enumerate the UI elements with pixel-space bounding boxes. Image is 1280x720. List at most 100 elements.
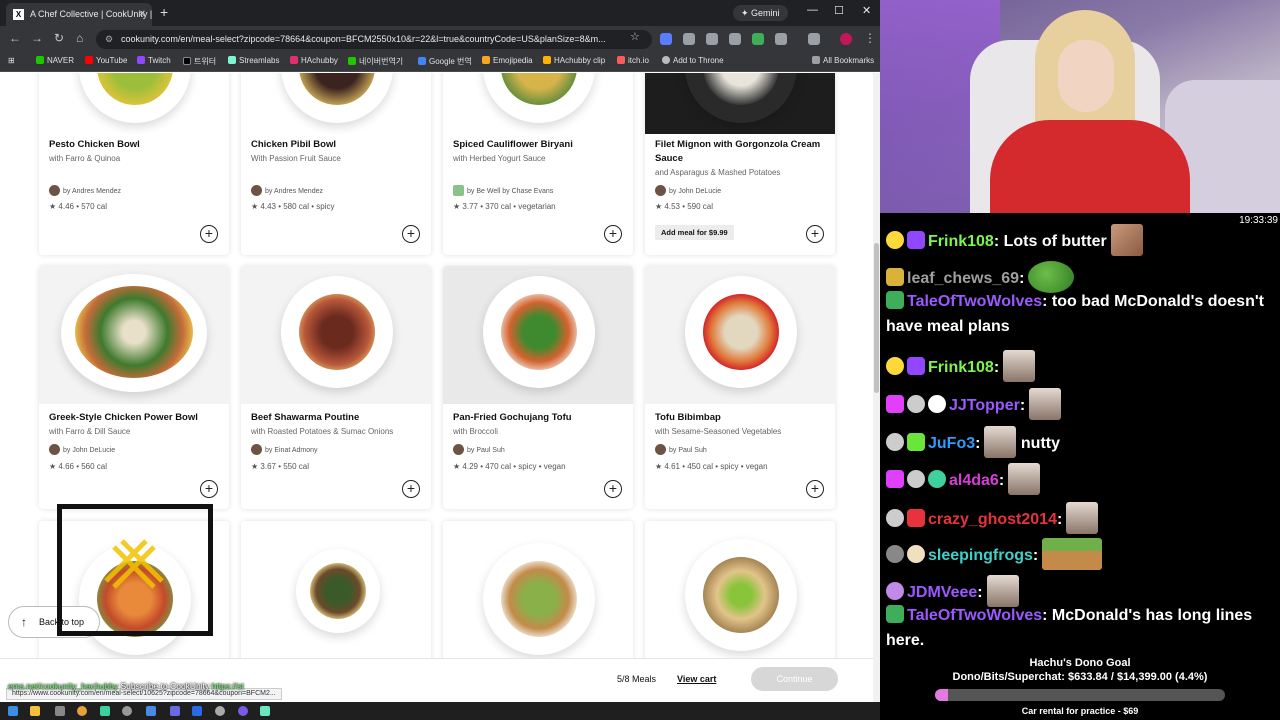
meal-meta: ★ 4.29 • 470 cal • spicy • vegan [453,462,566,471]
meal-card[interactable]: Pesto Chicken Bowl with Farro & Quinoa b… [39,73,229,255]
heart-badge-icon [886,395,904,413]
chat-username[interactable]: JDMVeee [907,584,977,601]
bookmark-youtube[interactable]: YouTube [85,56,127,65]
bookmark-hachubby[interactable]: HAchubby [290,56,338,65]
add-meal-button[interactable]: + [200,225,218,243]
chat-message: JuFo3: nutty [886,426,1276,458]
emote-icon [984,426,1017,458]
meal-card[interactable]: Tofu Bibimbap with Sesame-Seasoned Veget… [645,266,835,509]
maximize-icon[interactable]: ☐ [834,4,844,17]
meal-card[interactable] [645,521,835,658]
bookmarks-bar: ⊞ NAVER YouTube Twitch 트위터 Streamlabs HA… [0,52,880,72]
bookmark-hachubby-clip[interactable]: HAchubby clip [543,56,605,65]
chat-username[interactable]: TaleOfTwoWolves [907,293,1042,310]
chat-username[interactable]: sleepingfrogs [928,547,1033,564]
chat-username[interactable]: JuFo3 [928,435,975,452]
add-meal-button[interactable]: + [604,225,622,243]
all-bookmarks-folder[interactable]: All Bookmarks [812,56,874,65]
view-cart-link[interactable]: View cart [677,674,716,684]
extensions-puzzle-icon[interactable] [775,33,787,45]
chef-line: by Paul Suh [655,444,707,455]
add-meal-button[interactable]: + [402,225,420,243]
chat-username[interactable]: JJTopper [949,397,1020,414]
chat-username[interactable]: leaf_chews_69 [907,270,1019,287]
extension-icon[interactable] [706,33,718,45]
menu-kebab-icon[interactable]: ⋮ [864,31,876,45]
meal-image [241,73,431,134]
browser-tab[interactable]: X A Chef Collective | CookUnity | ✕ [6,3,152,26]
bookmark-streamlabs[interactable]: Streamlabs [228,56,279,65]
profile-avatar-icon[interactable] [840,33,852,45]
start-icon[interactable] [8,706,18,716]
meal-card[interactable] [241,521,431,658]
taskbar-app-icon[interactable] [55,706,65,716]
chat-message: Frink108: Lots of butter [886,224,1276,256]
extension-icon[interactable] [729,33,741,45]
bookmark-twitter[interactable]: 트위터 [183,56,216,67]
chat-username[interactable]: Frink108 [928,233,994,250]
chrome-icon[interactable] [77,706,87,716]
meal-subtitle: and Asparagus & Mashed Potatoes [655,168,781,177]
taskbar-app-icon[interactable] [146,706,156,716]
bookmark-itchio[interactable]: itch.io [617,56,649,65]
bookmark-naver-translate[interactable]: 네이버번역기 [348,56,403,67]
obs-icon[interactable] [238,706,248,716]
page-scrollbar[interactable] [873,73,880,702]
meal-image [39,73,229,134]
goal-reward: Car rental for practice - $69 [1021,706,1139,716]
add-meal-button[interactable]: + [806,225,824,243]
arrow-up-icon: ↑ [21,615,27,629]
side-panel-icon[interactable] [808,33,820,45]
forward-icon[interactable]: → [31,31,43,45]
new-tab-button[interactable]: + [160,4,168,20]
meal-card[interactable]: Greek-Style Chicken Power Bowl with Farr… [39,266,229,509]
gemini-button[interactable]: ✦ Gemini [733,5,788,21]
meal-card[interactable]: Filet Mignon with Gorgonzola Cream Sauce… [645,73,835,255]
meal-card[interactable]: Beef Shawarma Poutine with Roasted Potat… [241,266,431,509]
chat-username[interactable]: Frink108 [928,359,994,376]
extension-icon[interactable] [752,33,764,45]
chat-username[interactable]: crazy_ghost2014 [928,511,1057,528]
file-explorer-icon[interactable] [30,706,40,716]
add-meal-button[interactable]: + [604,480,622,498]
meal-card[interactable] [443,521,633,658]
taskbar-app-icon[interactable] [100,706,110,716]
meal-card[interactable]: Chicken Pibil Bowl With Passion Fruit Sa… [241,73,431,255]
address-bar[interactable]: ⚙ cookunity.com/en/meal-select?zipcode=7… [96,30,652,49]
minimize-icon[interactable]: — [807,4,818,16]
chat-username[interactable]: TaleOfTwoWolves [907,607,1042,624]
extension-icon[interactable] [683,33,695,45]
meal-card[interactable]: Spiced Cauliflower Biryani with Herbed Y… [443,73,633,255]
taskbar-app-icon[interactable] [122,706,132,716]
bookmark-twitch[interactable]: Twitch [137,56,171,65]
scrollbar-thumb[interactable] [874,243,879,393]
bookmark-naver[interactable]: NAVER [36,56,74,65]
taskbar-app-icon[interactable] [260,706,270,716]
meal-name: Pesto Chicken Bowl [49,139,140,150]
tab-close-icon[interactable]: ✕ [138,3,146,26]
chat-username[interactable]: al4da6 [949,472,999,489]
taskbar-app-icon[interactable] [215,706,225,716]
continue-button[interactable]: Continue [751,667,838,691]
extension-icon[interactable] [660,33,672,45]
add-meal-button[interactable]: + [806,480,824,498]
star-icon: ★ [49,202,57,211]
steam-icon[interactable] [192,706,202,716]
add-meal-button[interactable]: + [402,480,420,498]
bookmark-throne[interactable]: Add to Throne [662,56,724,65]
screen: X A Chef Collective | CookUnity | ✕ + ✦ … [0,0,1280,720]
bookmark-google-translate[interactable]: Google 번역 [418,56,472,67]
meal-card[interactable]: Pan-Fried Gochujang Tofu with Broccoli b… [443,266,633,509]
bookmark-star-icon[interactable]: ☆ [630,30,640,43]
home-icon[interactable]: ⌂ [76,31,83,45]
apps-grid-icon[interactable]: ⊞ [8,56,15,65]
add-meal-button[interactable]: + [200,480,218,498]
meal-image [241,266,431,404]
discord-icon[interactable] [170,706,180,716]
back-icon[interactable]: ← [9,31,21,45]
site-info-icon[interactable]: ⚙ [105,30,113,49]
badge-icon [928,470,946,488]
close-window-icon[interactable]: ✕ [862,4,871,17]
reload-icon[interactable]: ↻ [54,31,64,45]
bookmark-emojipedia[interactable]: Emojipedia [482,56,533,65]
